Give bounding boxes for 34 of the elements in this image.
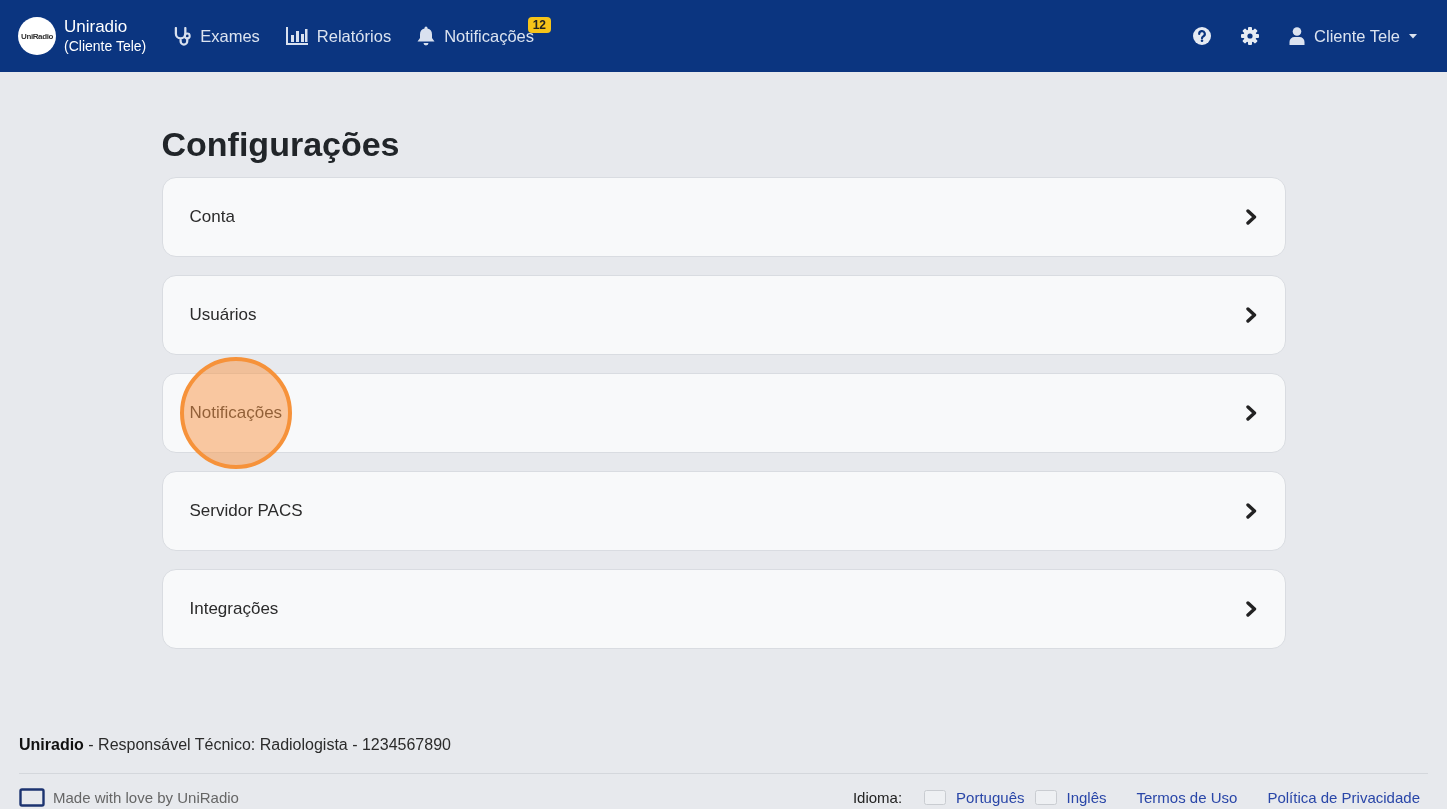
settings-icon[interactable] [1241,27,1260,45]
bell-icon [417,26,436,46]
stethoscope-icon [174,26,192,46]
caret-icon [1409,33,1417,39]
nav-link[interactable]: Relatórios [285,24,392,48]
user-icon [1289,27,1306,45]
language-label: Idioma: [852,788,903,806]
notification-count-badge: 12 [527,17,551,33]
chevron-right-icon [1245,209,1257,225]
made-by-text: Made with love by UniRadio [53,788,239,806]
chevron-right-icon [1245,503,1257,519]
settings-item[interactable]: Integrações [161,569,1286,649]
footer-link[interactable]: Termos de Uso [1136,788,1238,806]
footer-credit: Uniradio - Responsável Técnico: Radiologista - 1234567890 [19,735,452,755]
chevron-right-icon [1245,307,1257,323]
language-link[interactable]: Português [956,788,1025,806]
bar-chart-icon [285,27,308,45]
footer-link[interactable]: Política de Privacidade [1267,788,1420,806]
flag-icon [1034,789,1057,805]
page-title: Configurações [161,124,401,165]
monitor-icon [19,787,45,807]
flag-icon [924,789,947,805]
language-link[interactable]: Inglês [1066,788,1107,806]
logo[interactable]: UniRadio [18,17,56,55]
brand-name: Uniradio [64,17,129,37]
settings-item[interactable]: Servidor PACS [161,471,1286,551]
help-icon[interactable] [1193,27,1212,45]
brand-subtitle: (Cliente Tele) [64,37,147,55]
chevron-right-icon [1245,601,1257,617]
settings-item[interactable]: Usuários [161,275,1286,355]
chevron-right-icon [1245,405,1257,421]
user-menu[interactable]: Cliente Tele [1289,26,1417,46]
settings-item[interactable]: Conta [161,177,1286,257]
nav-link[interactable]: Exames [174,24,260,48]
